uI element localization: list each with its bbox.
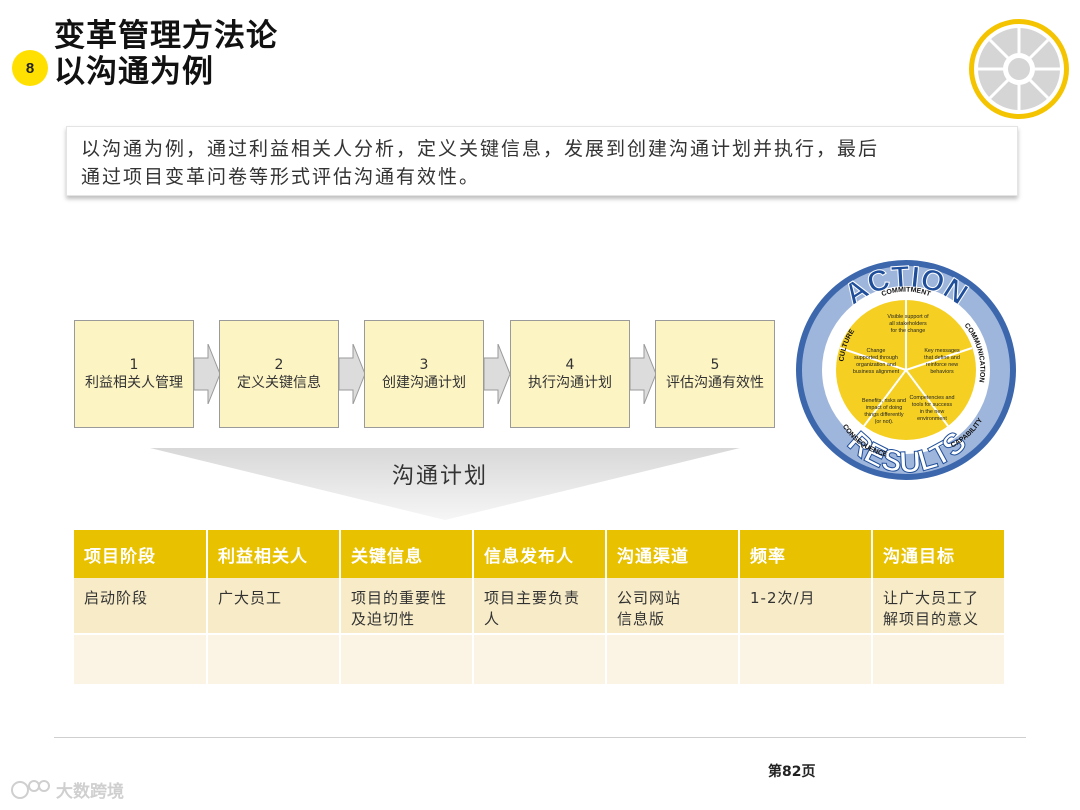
segment-left-line: business alignment [853,369,900,375]
summary-line-2: 通过项目变革问卷等形式评估沟通有效性。 [81,166,481,188]
step-number: 1 [129,357,139,373]
table-cell [606,633,740,684]
table-cell [739,633,873,684]
arrow-right-icon [194,344,220,404]
segment-bottom-right-line: tools for success [912,402,952,408]
table-header-row: 项目阶段 利益相关人 关键信息 信息发布人 沟通渠道 频率 沟通目标 [74,530,1006,578]
watermark-text: 大数跨境 [56,781,124,802]
column-header: 关键信息 [340,530,474,578]
communication-plan-table: 项目阶段 利益相关人 关键信息 信息发布人 沟通渠道 频率 沟通目标 启动阶段 … [74,530,1006,684]
column-header: 利益相关人 [207,530,341,578]
table-cell: 启动阶段 [74,578,208,634]
table-cell: 广大员工 [207,578,341,634]
process-steps: 1 利益相关人管理 2 定义关键信息 3 创建沟通计划 4 执行沟通计划 5 评… [74,320,776,428]
segment-top-line: for the change [891,328,925,334]
table-cell [74,633,208,684]
table-cell: 项目主要负责人 [473,578,607,634]
arrow-right-icon [484,344,510,404]
segment-top-line: Visible support of [887,314,929,320]
page-title: 变革管理方法论 [54,18,278,54]
step-label: 创建沟通计划 [382,375,466,391]
segment-right-line: that define and [924,355,960,361]
step-label: 评估沟通有效性 [666,375,764,391]
column-header: 频率 [739,530,873,578]
step-3: 3 创建沟通计划 [364,320,484,428]
table-cell: 让广大员工了 解项目的意义 [872,578,1006,634]
step-number: 3 [419,357,429,373]
watermark-logo: 大数跨境 [11,780,124,802]
column-header: 沟通目标 [872,530,1006,578]
table-cell: 项目的重要性 及迫切性 [340,578,474,634]
column-header: 项目阶段 [74,530,208,578]
section-number-badge: 8 [12,50,48,86]
column-header: 信息发布人 [473,530,607,578]
step-number: 4 [565,357,575,373]
plan-label: 沟通计划 [391,464,488,489]
page-subtitle: 以沟通为例 [54,54,214,90]
table-cell: 公司网站 信息版 [606,578,740,634]
segment-bottom-left-line: Benefits, risks and [862,398,906,404]
table-cell: 1-2次/月 [739,578,873,634]
table-row [74,633,1006,684]
step-4: 4 执行沟通计划 [510,320,630,428]
segment-bottom-left-line: impact of doing [866,405,903,411]
segment-bottom-left-line: things differently [864,412,903,418]
table-cell [207,633,341,684]
segment-right-line: Key messages [924,348,960,354]
step-number: 5 [710,357,720,373]
segment-right-line: behaviors [930,369,954,375]
segment-bottom-right-line: environment [917,416,947,422]
step-number: 2 [274,357,284,373]
segment-right-line: reinforce new [926,362,958,368]
arrow-right-icon [630,344,656,404]
title-block: 变革管理方法论 以沟通为例 [54,18,278,90]
segment-left-line: supported through [854,355,898,361]
wheel-logo-icon [969,19,1069,119]
segment-left-line: Change [867,348,886,354]
page-number: 第82页 [768,764,816,780]
step-2: 2 定义关键信息 [219,320,339,428]
action-results-wheel: ACTION RESULTS COMMITMENT COMMUNICATION … [796,260,1016,480]
segment-bottom-left-line: (or not). [875,419,894,425]
table-cell [340,633,474,684]
column-header: 沟通渠道 [606,530,740,578]
segment-bottom-right-line: Competencies and [910,395,955,401]
footer-divider [54,737,1026,738]
step-label: 利益相关人管理 [85,375,183,391]
table-row: 启动阶段 广大员工 项目的重要性 及迫切性 项目主要负责人 公司网站 信息版 1-2… [74,578,1006,634]
arrow-right-icon [339,344,365,404]
step-1: 1 利益相关人管理 [74,320,194,428]
segment-bottom-right-line: in the new [920,409,945,415]
step-5: 5 评估沟通有效性 [655,320,775,428]
step-label: 执行沟通计划 [528,375,612,391]
summary-line-1: 以沟通为例，通过利益相关人分析，定义关键信息，发展到创建沟通计划并执行，最后 [81,138,880,160]
summary-callout: 以沟通为例，通过利益相关人分析，定义关键信息，发展到创建沟通计划并执行，最后 通… [66,126,1018,196]
segment-left-line: organization and [856,362,896,368]
step-label: 定义关键信息 [237,375,321,391]
segment-top-line: all stakeholders [889,321,927,327]
table-cell [473,633,607,684]
table-cell [872,633,1006,684]
